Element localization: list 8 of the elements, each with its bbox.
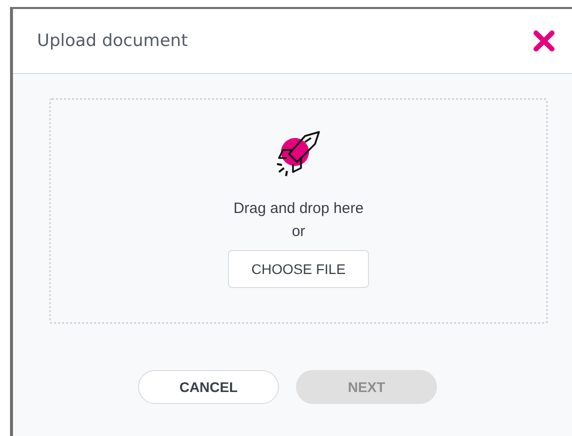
choose-file-button[interactable]: CHOOSE FILE	[228, 250, 369, 288]
close-icon	[532, 29, 556, 53]
drop-prompt: Drag and drop here	[233, 200, 364, 217]
close-button[interactable]	[532, 29, 556, 53]
dialog-title: Upload document	[37, 31, 188, 51]
drop-zone[interactable]: Drag and drop here or CHOOSE FILE	[49, 98, 548, 324]
cancel-button[interactable]: CANCEL	[138, 370, 279, 404]
or-separator: or	[292, 223, 306, 240]
